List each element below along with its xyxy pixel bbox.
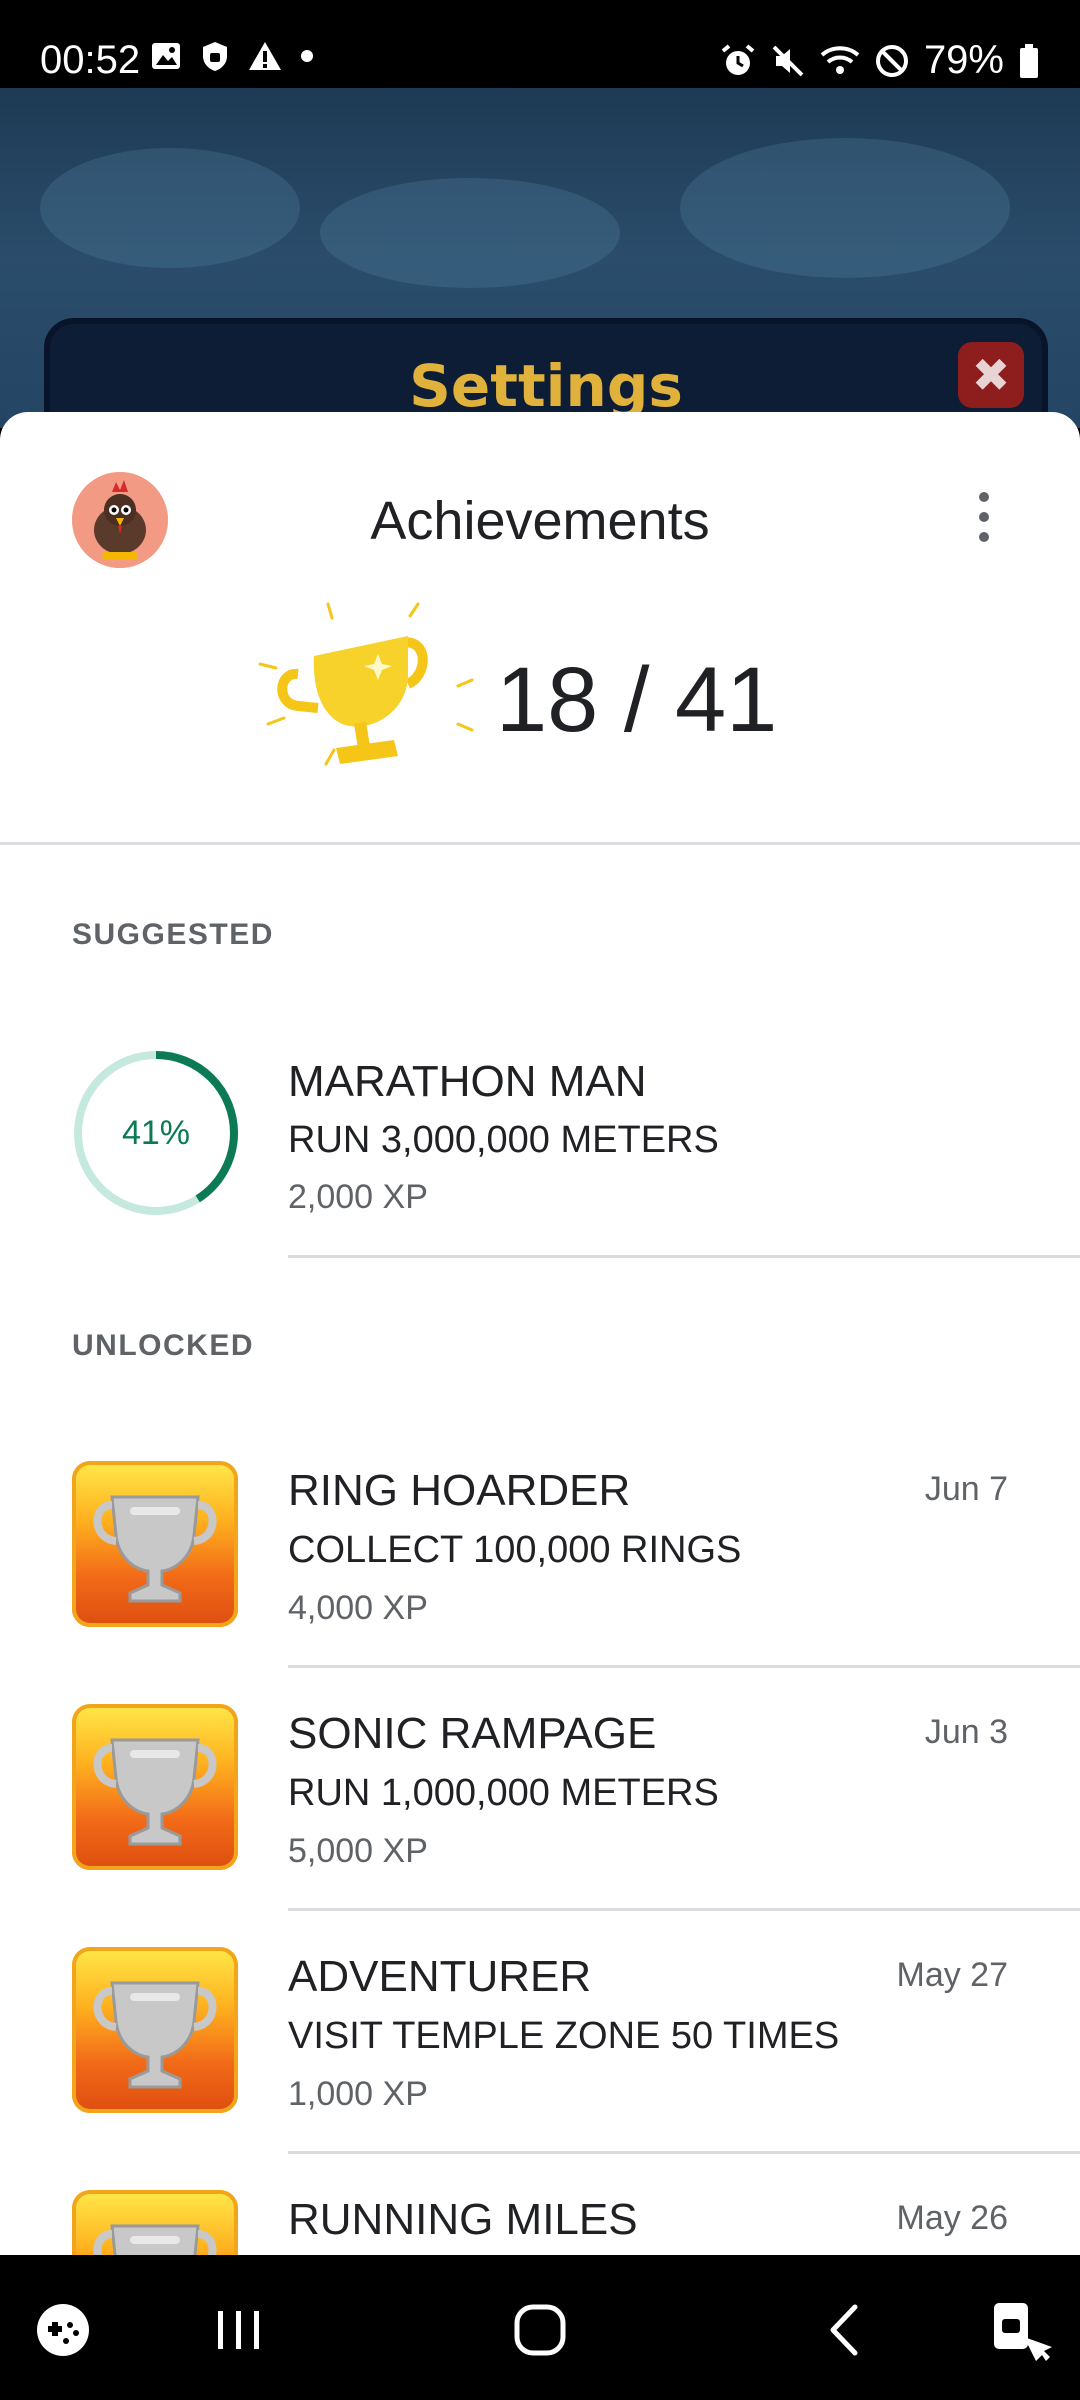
achievement-xp: 4,000 XP — [288, 1589, 428, 1627]
image-icon — [152, 43, 180, 69]
trophy-badge-icon — [72, 2190, 238, 2255]
achievement-title: MARATHON MAN — [288, 1057, 647, 1106]
status-icons-left — [150, 40, 314, 72]
more-options-icon[interactable] — [966, 492, 1002, 552]
divider — [288, 1255, 1080, 1258]
progress-label: 41% — [121, 1114, 191, 1152]
recents-icon[interactable] — [193, 2285, 283, 2375]
game-tools-icon[interactable] — [18, 2285, 108, 2375]
status-time: 00:52 — [40, 38, 141, 82]
trophy-badge-icon — [72, 1461, 238, 1627]
achievement-title: ADVENTURER — [288, 1952, 592, 2001]
achievement-title: RUNNING MILES — [288, 2195, 638, 2244]
trophy-icon — [258, 602, 474, 766]
block-icon — [875, 44, 908, 77]
shield-icon — [203, 42, 227, 71]
alarm-icon — [721, 43, 755, 75]
achievement-description: COLLECT 100,000 RINGS — [288, 1529, 742, 1571]
achievement-title: RING HOARDER — [288, 1466, 631, 1515]
achievement-xp: 5,000 XP — [288, 1832, 428, 1870]
battery-percentage: 79% — [923, 38, 1004, 82]
trophy-badge-icon — [72, 1947, 238, 2113]
navigation-bar — [0, 2255, 1080, 2400]
back-icon[interactable] — [800, 2285, 890, 2375]
achievement-date: May 27 — [896, 1956, 1009, 1994]
battery-icon — [1020, 43, 1038, 78]
dot-icon — [301, 50, 313, 62]
divider — [288, 1908, 1080, 1911]
section-label-unlocked: UNLOCKED — [72, 1329, 254, 1362]
achievement-date: Jun 3 — [924, 1713, 1008, 1751]
wifi-icon — [820, 45, 860, 74]
achievement-description: VISIT TEMPLE ZONE 50 TIMES — [288, 2015, 840, 2057]
divider — [0, 842, 1080, 845]
achievement-description: RUN 3,000,000 METERS — [288, 1119, 719, 1161]
close-icon[interactable]: ✖ — [958, 342, 1024, 408]
achievement-xp: 2,000 XP — [288, 1178, 428, 1216]
screen-lock-icon[interactable] — [972, 2285, 1062, 2375]
achievements-sheet: Achievements 18 / 41 SUGGESTED 41% MARAT… — [0, 412, 1080, 2255]
achievement-description: RUN 1,000,000 METERS — [288, 1772, 719, 1814]
mute-icon — [772, 45, 804, 76]
achievement-title: SONIC RAMPAGE — [288, 1709, 657, 1758]
status-bar: 00:52 79% — [0, 0, 1080, 88]
page-title: Achievements — [370, 491, 710, 551]
divider — [288, 1665, 1080, 1668]
warning-icon — [249, 42, 281, 70]
achievement-date: May 26 — [896, 2199, 1009, 2237]
divider — [288, 2151, 1080, 2154]
settings-title: Settings — [409, 352, 683, 420]
home-icon[interactable] — [495, 2285, 585, 2375]
status-icons-right: 79% — [720, 38, 1040, 83]
section-label-suggested: SUGGESTED — [72, 918, 274, 951]
achievement-count: 18 / 41 — [496, 649, 778, 751]
trophy-badge-icon — [72, 1704, 238, 1870]
achievement-date: Jun 7 — [924, 1470, 1008, 1508]
achievement-xp: 1,000 XP — [288, 2075, 428, 2113]
